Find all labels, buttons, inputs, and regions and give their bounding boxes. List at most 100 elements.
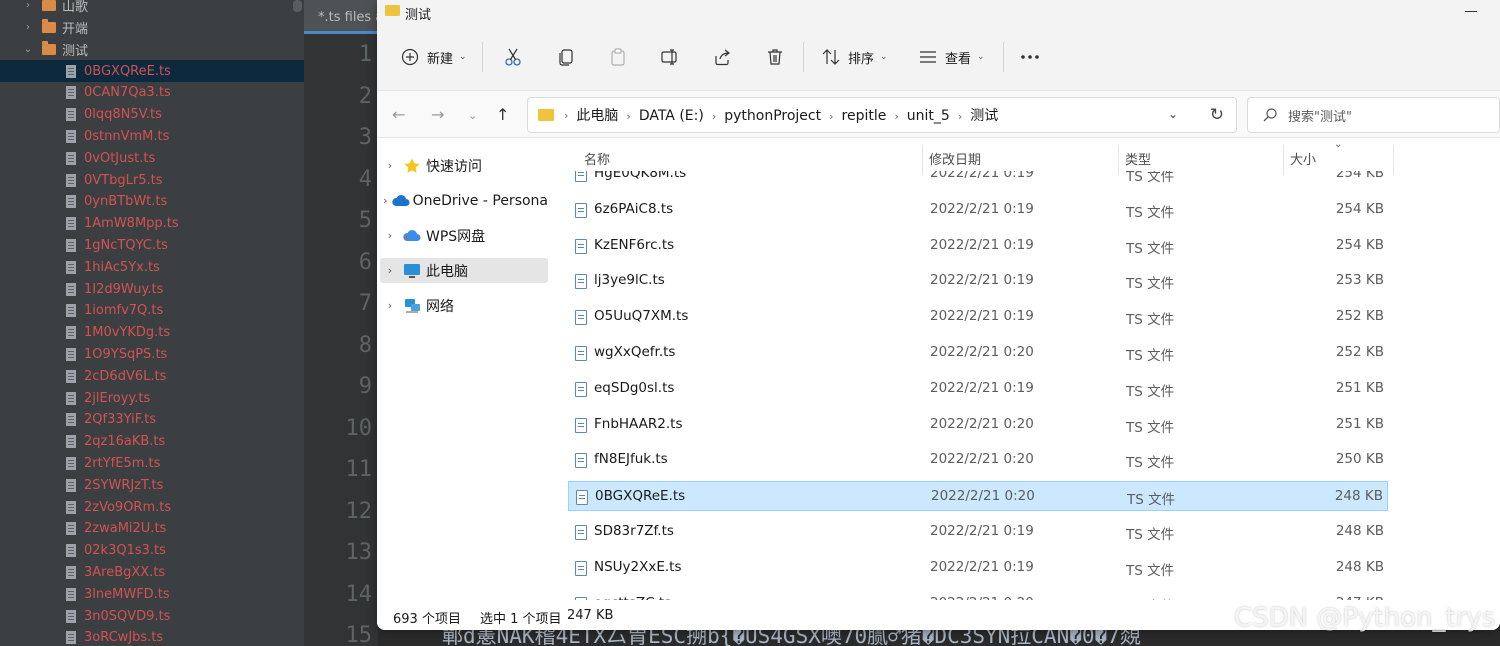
star-icon xyxy=(400,157,424,175)
tree-file[interactable]: 1O9YSqPS.ts xyxy=(0,343,304,365)
tree-file[interactable]: 1gNcTQYC.ts xyxy=(0,234,304,256)
column-divider[interactable] xyxy=(1393,145,1394,175)
tree-file[interactable]: 0ynBTbWt.ts xyxy=(0,191,304,213)
tree-file[interactable]: 0VTbgLr5.ts xyxy=(0,169,304,191)
breadcrumb-chevron-icon[interactable]: › xyxy=(829,110,833,123)
breadcrumb-chevron-icon[interactable]: › xyxy=(626,110,630,123)
breadcrumb-item[interactable]: unit_5 xyxy=(907,108,950,124)
chevron-right-icon[interactable]: › xyxy=(380,299,400,312)
file-row[interactable]: lj3ye9lC.ts 2022/2/21 0:19 TS 文件 253 KB xyxy=(568,266,1388,296)
copy-button[interactable] xyxy=(555,42,577,72)
file-row[interactable]: SD83r7Zf.ts 2022/2/21 0:19 TS 文件 248 KB xyxy=(568,517,1388,547)
nav-item[interactable]: › 网络 xyxy=(380,293,548,318)
forward-arrow-icon[interactable]: → xyxy=(431,105,444,124)
tree-file[interactable]: 3n0SQVD9.ts xyxy=(0,605,304,627)
nav-item[interactable]: › WPS网盘 xyxy=(380,223,548,248)
editor-tab[interactable]: *.ts files a xyxy=(304,0,378,34)
breadcrumb-item[interactable]: 此电脑 xyxy=(576,108,618,124)
breadcrumb-item[interactable]: DATA (E:) xyxy=(639,108,704,124)
tree-file[interactable]: 2qz16aKB.ts xyxy=(0,431,304,453)
folder-icon xyxy=(42,0,56,11)
tree-file[interactable]: 0CAN7Qa3.ts xyxy=(0,82,304,104)
file-row[interactable]: wgXxQefr.ts 2022/2/21 0:20 TS 文件 252 KB xyxy=(568,338,1388,368)
column-header-date[interactable]: 修改日期 xyxy=(929,149,981,168)
file-row[interactable]: 6z6PAiC8.ts 2022/2/21 0:19 TS 文件 254 KB xyxy=(568,195,1388,225)
chevron-down-icon[interactable]: ⌄ xyxy=(22,44,34,55)
tree-file[interactable]: 2SYWRJzT.ts xyxy=(0,474,304,496)
tree-file[interactable]: 0vOtJust.ts xyxy=(0,147,304,169)
nav-item[interactable]: › 快速访问 xyxy=(380,153,548,178)
tree-file[interactable]: 1AmW8Mpp.ts xyxy=(0,213,304,235)
nav-item[interactable]: › OneDrive - Persona xyxy=(380,188,548,213)
breadcrumb-chevron-icon[interactable]: › xyxy=(894,110,898,123)
delete-button[interactable] xyxy=(764,42,786,72)
view-button[interactable]: 查看 ⌄ xyxy=(917,42,985,72)
tree-file[interactable]: 1M0vYKDg.ts xyxy=(0,322,304,344)
column-divider[interactable] xyxy=(922,145,923,175)
file-row[interactable]: oqcttsZC.ts2022/2/21 0:20TS 文件247 KB xyxy=(568,589,1388,600)
tree-file[interactable]: 1iomfv7Q.ts xyxy=(0,300,304,322)
breadcrumb-item[interactable]: repitle xyxy=(842,108,887,124)
rename-button[interactable] xyxy=(659,42,681,72)
tree-file[interactable]: 02k3Q1s3.ts xyxy=(0,540,304,562)
file-row[interactable]: NSUy2XxE.ts 2022/2/21 0:19 TS 文件 248 KB xyxy=(568,553,1388,583)
chevron-right-icon[interactable]: › xyxy=(380,264,400,277)
recent-locations-chevron-icon[interactable]: ⌄ xyxy=(468,109,477,122)
column-header-size[interactable]: 大小 xyxy=(1290,149,1316,168)
chevron-right-icon[interactable]: › xyxy=(22,0,34,11)
file-row[interactable]: FnbHAAR2.ts 2022/2/21 0:20 TS 文件 251 KB xyxy=(568,410,1388,440)
tree-file[interactable]: 3lneMWFD.ts xyxy=(0,583,304,605)
nav-item[interactable]: › 此电脑 xyxy=(380,258,548,283)
tree-file[interactable]: 2zVo9ORm.ts xyxy=(0,496,304,518)
column-divider[interactable] xyxy=(1118,145,1119,175)
line-number: 4 xyxy=(358,166,372,192)
tree-file[interactable]: 3oRCwJbs.ts xyxy=(0,627,304,646)
tree-file[interactable]: 2rtYfE5m.ts xyxy=(0,452,304,474)
breadcrumb-item[interactable]: 测试 xyxy=(970,108,998,124)
tree-file[interactable]: 2Qf33YiF.ts xyxy=(0,409,304,431)
tree-file[interactable]: 2jlEroyy.ts xyxy=(0,387,304,409)
breadcrumb-chevron-icon[interactable]: › xyxy=(712,110,716,123)
tree-file[interactable]: 0BGXQReE.ts xyxy=(0,60,304,82)
file-row[interactable]: eqSDg0sl.ts 2022/2/21 0:19 TS 文件 251 KB xyxy=(568,374,1388,404)
tree-file[interactable]: 3AreBgXX.ts xyxy=(0,561,304,583)
new-button[interactable]: 新建 ⌄ xyxy=(399,42,467,72)
tree-folder[interactable]: › 山歌 xyxy=(0,0,304,16)
breadcrumb-chevron-icon[interactable]: › xyxy=(958,110,962,123)
address-dropdown-chevron-icon[interactable]: ⌄ xyxy=(1168,107,1178,121)
file-row[interactable]: O5UuQ7XM.ts 2022/2/21 0:19 TS 文件 252 KB xyxy=(568,302,1388,332)
breadcrumb-item[interactable]: pythonProject xyxy=(724,108,821,124)
sort-button[interactable]: 排序 ⌄ xyxy=(820,42,888,72)
tree-file[interactable]: 2cD6dV6L.ts xyxy=(0,365,304,387)
file-row[interactable]: 0BGXQReE.ts 2022/2/21 0:20 TS 文件 248 KB xyxy=(568,481,1388,512)
file-row[interactable]: fN8EJfuk.ts 2022/2/21 0:20 TS 文件 250 KB xyxy=(568,445,1388,475)
refresh-icon[interactable]: ↻ xyxy=(1210,105,1224,125)
minimize-icon[interactable] xyxy=(1465,11,1477,12)
tree-file[interactable]: 0lqq8N5V.ts xyxy=(0,104,304,126)
back-arrow-icon[interactable]: ← xyxy=(392,105,405,124)
tree-scrollbar[interactable] xyxy=(293,0,302,12)
address-bar[interactable]: › 此电脑 › DATA (E:) › pythonProject › repitle › un… xyxy=(527,97,1237,133)
tree-folder[interactable]: ⌄ 测试 xyxy=(0,38,304,60)
tree-file[interactable]: 0stnnVmM.ts xyxy=(0,125,304,147)
cut-button[interactable] xyxy=(502,42,524,72)
file-date: 2022/2/21 0:19 xyxy=(930,558,1034,575)
share-button[interactable] xyxy=(711,42,733,72)
column-header-type[interactable]: 类型 xyxy=(1125,149,1151,168)
more-button[interactable] xyxy=(1019,42,1041,72)
chevron-right-icon[interactable]: › xyxy=(22,22,34,33)
tree-file[interactable]: 1I2d9Wuy.ts xyxy=(0,278,304,300)
column-divider[interactable] xyxy=(1283,145,1284,175)
search-input[interactable]: 搜索"测试" xyxy=(1247,97,1500,133)
tree-folder[interactable]: › 开端 xyxy=(0,16,304,38)
tree-file[interactable]: 1hiAc5Yx.ts xyxy=(0,256,304,278)
chevron-right-icon[interactable]: › xyxy=(380,159,400,172)
up-arrow-icon[interactable]: ↑ xyxy=(496,105,509,124)
file-name: KzENF6rc.ts xyxy=(594,236,675,253)
paste-button[interactable] xyxy=(607,42,629,72)
file-row[interactable]: KzENF6rc.ts 2022/2/21 0:19 TS 文件 254 KB xyxy=(568,231,1388,261)
column-header-name[interactable]: 名称 xyxy=(584,149,610,168)
chevron-right-icon[interactable]: › xyxy=(380,194,391,207)
tree-file[interactable]: 2zwaMi2U.ts xyxy=(0,518,304,540)
chevron-right-icon[interactable]: › xyxy=(380,229,400,242)
